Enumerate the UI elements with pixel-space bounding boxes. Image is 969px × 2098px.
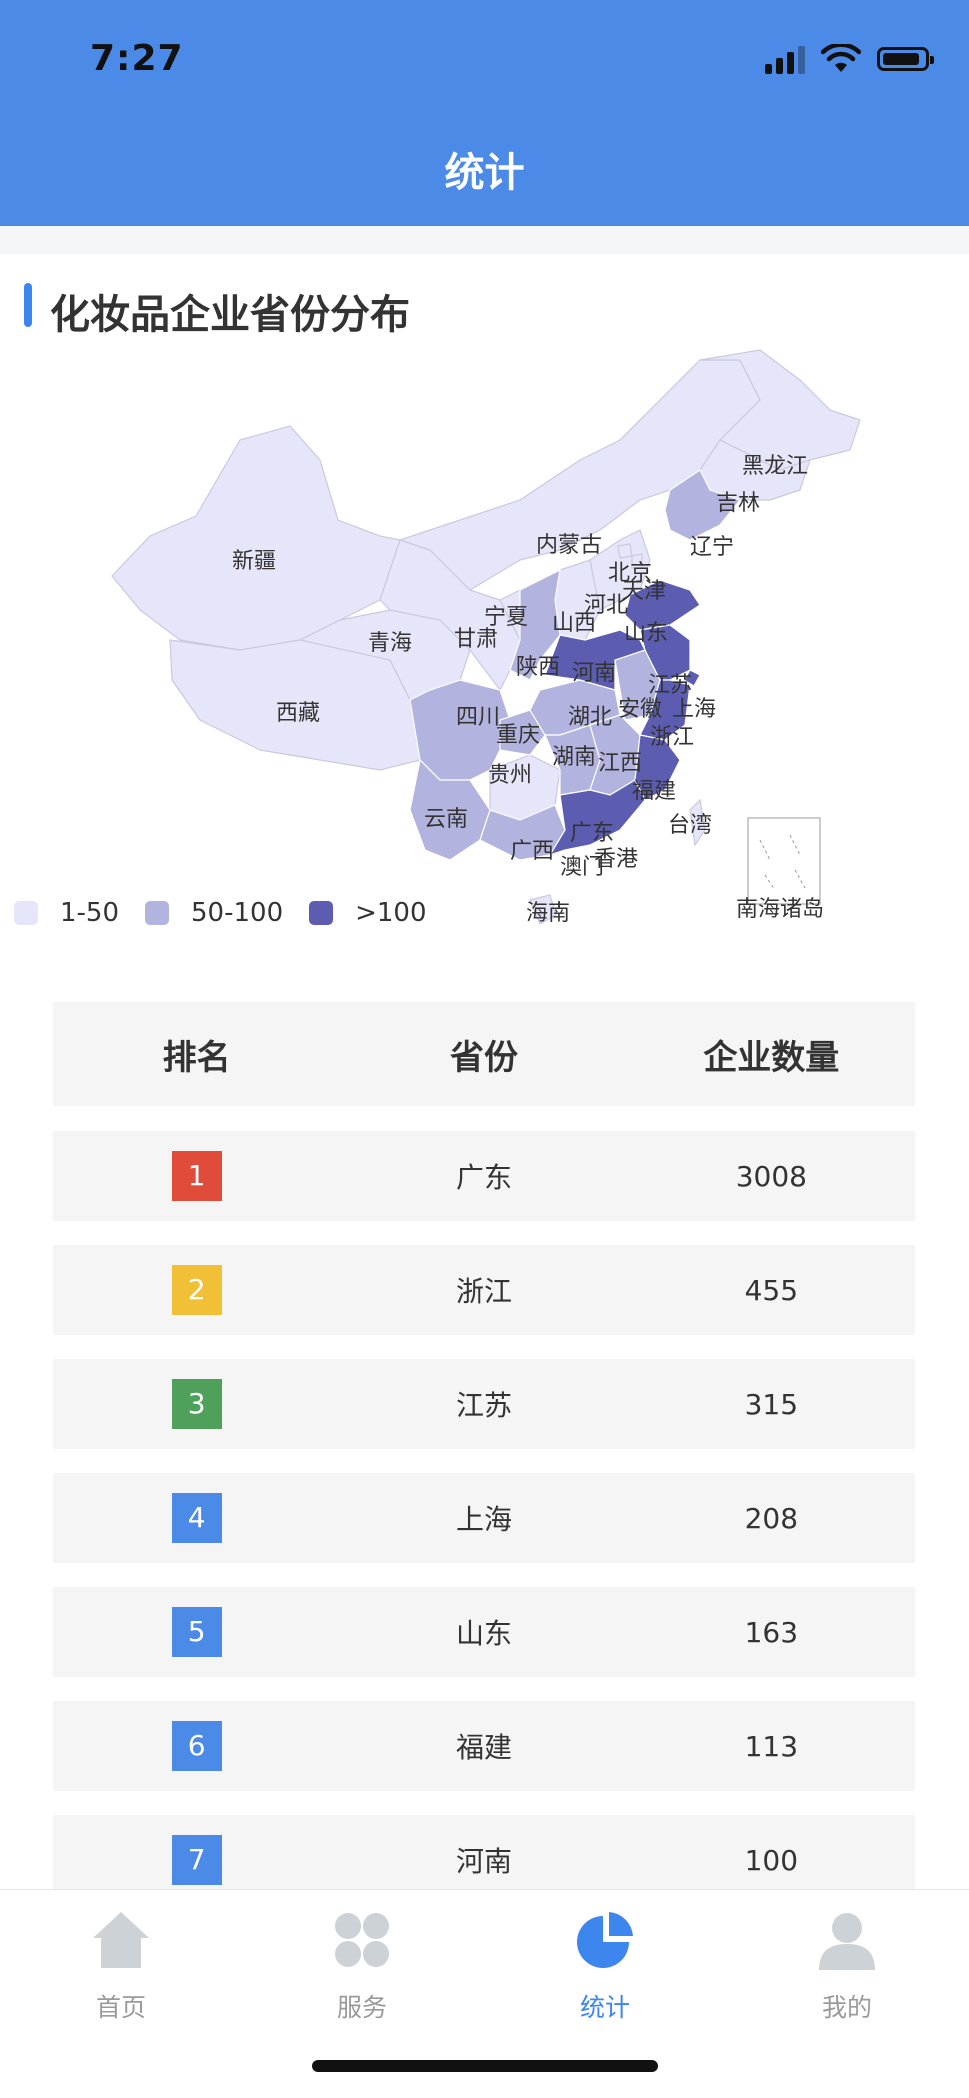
status-icons <box>765 44 934 74</box>
svg-text:广东: 广东 <box>570 821 614 846</box>
status-time: 7:27 <box>90 38 184 79</box>
table-row[interactable]: 4 上海 208 <box>53 1473 915 1563</box>
legend-item[interactable]: 1-50 <box>14 898 119 928</box>
wifi-icon <box>821 44 861 72</box>
province-cell: 浙江 <box>455 1275 512 1308</box>
svg-text:安徽: 安徽 <box>618 697 662 722</box>
svg-text:辽宁: 辽宁 <box>690 535 734 560</box>
legend-label: 50-100 <box>191 898 284 928</box>
table-row[interactable]: 2 浙江 455 <box>53 1245 915 1335</box>
rank-badge: 4 <box>171 1493 222 1543</box>
count-cell: 163 <box>744 1615 799 1649</box>
table-row[interactable]: 1 广东 3008 <box>53 1131 915 1221</box>
svg-text:黑龙江: 黑龙江 <box>742 454 808 479</box>
province-cell: 广东 <box>455 1161 512 1194</box>
rank-badge: 2 <box>171 1265 222 1315</box>
rank-badge: 5 <box>171 1607 222 1657</box>
column-header-count: 企业数量 <box>703 1037 840 1078</box>
svg-text:青海: 青海 <box>368 631 412 656</box>
tab-profile[interactable]: 我的 <box>787 1908 907 2024</box>
svg-text:山西: 山西 <box>552 611 596 636</box>
grid-icon <box>335 1913 389 1967</box>
svg-text:湖南: 湖南 <box>552 745 596 770</box>
count-cell: 100 <box>744 1843 799 1877</box>
province-cell: 河南 <box>455 1845 512 1878</box>
province-cell: 江苏 <box>455 1389 512 1422</box>
svg-text:澳门: 澳门 <box>560 855 604 880</box>
tab-label: 首页 <box>95 1993 146 2022</box>
tab-statistics[interactable]: 统计 <box>545 1908 665 2024</box>
svg-text:云南: 云南 <box>424 807 468 832</box>
map-legend: 1-50 50-100 >100 <box>14 898 453 928</box>
count-cell: 113 <box>744 1729 799 1763</box>
user-icon <box>819 1913 875 1970</box>
province-cell: 山东 <box>455 1617 512 1650</box>
count-cell: 315 <box>744 1387 799 1421</box>
svg-text:新疆: 新疆 <box>232 549 276 574</box>
column-header-rank: 排名 <box>162 1037 231 1078</box>
svg-text:上海: 上海 <box>672 697 716 722</box>
region-beijing[interactable] <box>617 543 633 559</box>
svg-text:南海诸岛: 南海诸岛 <box>736 897 824 922</box>
legend-swatch <box>309 901 334 925</box>
home-indicator[interactable] <box>312 2060 658 2072</box>
south-china-sea-inset <box>747 817 821 905</box>
svg-text:甘肃: 甘肃 <box>454 627 498 652</box>
tab-home[interactable]: 首页 <box>61 1908 181 2024</box>
svg-text:吉林: 吉林 <box>716 491 760 516</box>
svg-text:河南: 河南 <box>572 661 616 686</box>
table-row[interactable]: 5 山东 163 <box>53 1587 915 1677</box>
svg-text:江西: 江西 <box>598 751 642 776</box>
legend-item[interactable]: >100 <box>309 898 427 928</box>
battery-icon <box>877 47 934 71</box>
table-row[interactable]: 6 福建 113 <box>53 1701 915 1791</box>
top-bar: 7:27 统计 <box>0 0 969 226</box>
svg-text:重庆: 重庆 <box>496 723 540 748</box>
svg-text:台湾: 台湾 <box>668 813 712 838</box>
table-row[interactable]: 3 江苏 315 <box>53 1359 915 1449</box>
province-cell: 福建 <box>455 1731 512 1764</box>
page-title: 统计 <box>444 150 525 196</box>
svg-text:山东: 山东 <box>624 621 668 646</box>
home-icon <box>93 1912 149 1968</box>
svg-text:四川: 四川 <box>456 705 500 730</box>
tab-label: 我的 <box>821 1993 872 2022</box>
legend-label: 1-50 <box>60 898 120 928</box>
pie-chart-icon <box>577 1912 633 1968</box>
column-header-province: 省份 <box>449 1037 518 1078</box>
svg-text:浙江: 浙江 <box>650 725 694 750</box>
count-cell: 455 <box>744 1273 799 1307</box>
svg-text:湖北: 湖北 <box>568 705 612 730</box>
legend-item[interactable]: 50-100 <box>145 898 283 928</box>
svg-text:陕西: 陕西 <box>516 655 560 680</box>
count-cell: 3008 <box>735 1159 807 1193</box>
legend-swatch <box>145 901 170 925</box>
svg-text:内蒙古: 内蒙古 <box>536 533 602 558</box>
svg-text:贵州: 贵州 <box>488 763 532 788</box>
cellular-signal-icon <box>765 44 805 74</box>
section-title: 化妆品企业省份分布 <box>50 292 410 338</box>
table-header: 排名 省份 企业数量 <box>53 1002 915 1106</box>
rank-badge: 1 <box>171 1151 222 1201</box>
section-accent-bar <box>24 283 32 327</box>
province-cell: 上海 <box>455 1503 512 1536</box>
rank-badge: 7 <box>171 1835 222 1885</box>
tab-services[interactable]: 服务 <box>302 1908 422 2024</box>
legend-swatch <box>14 901 38 925</box>
china-province-map[interactable]: 黑龙江 吉林 辽宁 内蒙古 北京 天津 河北 新疆 宁夏 山西 山东 青海 甘肃… <box>0 340 969 940</box>
rank-badge: 3 <box>171 1379 222 1429</box>
rank-badge: 6 <box>171 1721 222 1771</box>
svg-text:海南: 海南 <box>526 901 570 926</box>
tab-label: 统计 <box>579 1993 630 2022</box>
svg-text:西藏: 西藏 <box>276 701 320 726</box>
svg-text:江苏: 江苏 <box>648 673 692 698</box>
svg-text:广西: 广西 <box>510 839 554 864</box>
count-cell: 208 <box>744 1501 799 1535</box>
divider <box>0 226 969 254</box>
svg-text:福建: 福建 <box>632 779 676 804</box>
tab-label: 服务 <box>336 1993 387 2022</box>
legend-label: >100 <box>355 898 427 928</box>
svg-text:天津: 天津 <box>622 579 666 604</box>
